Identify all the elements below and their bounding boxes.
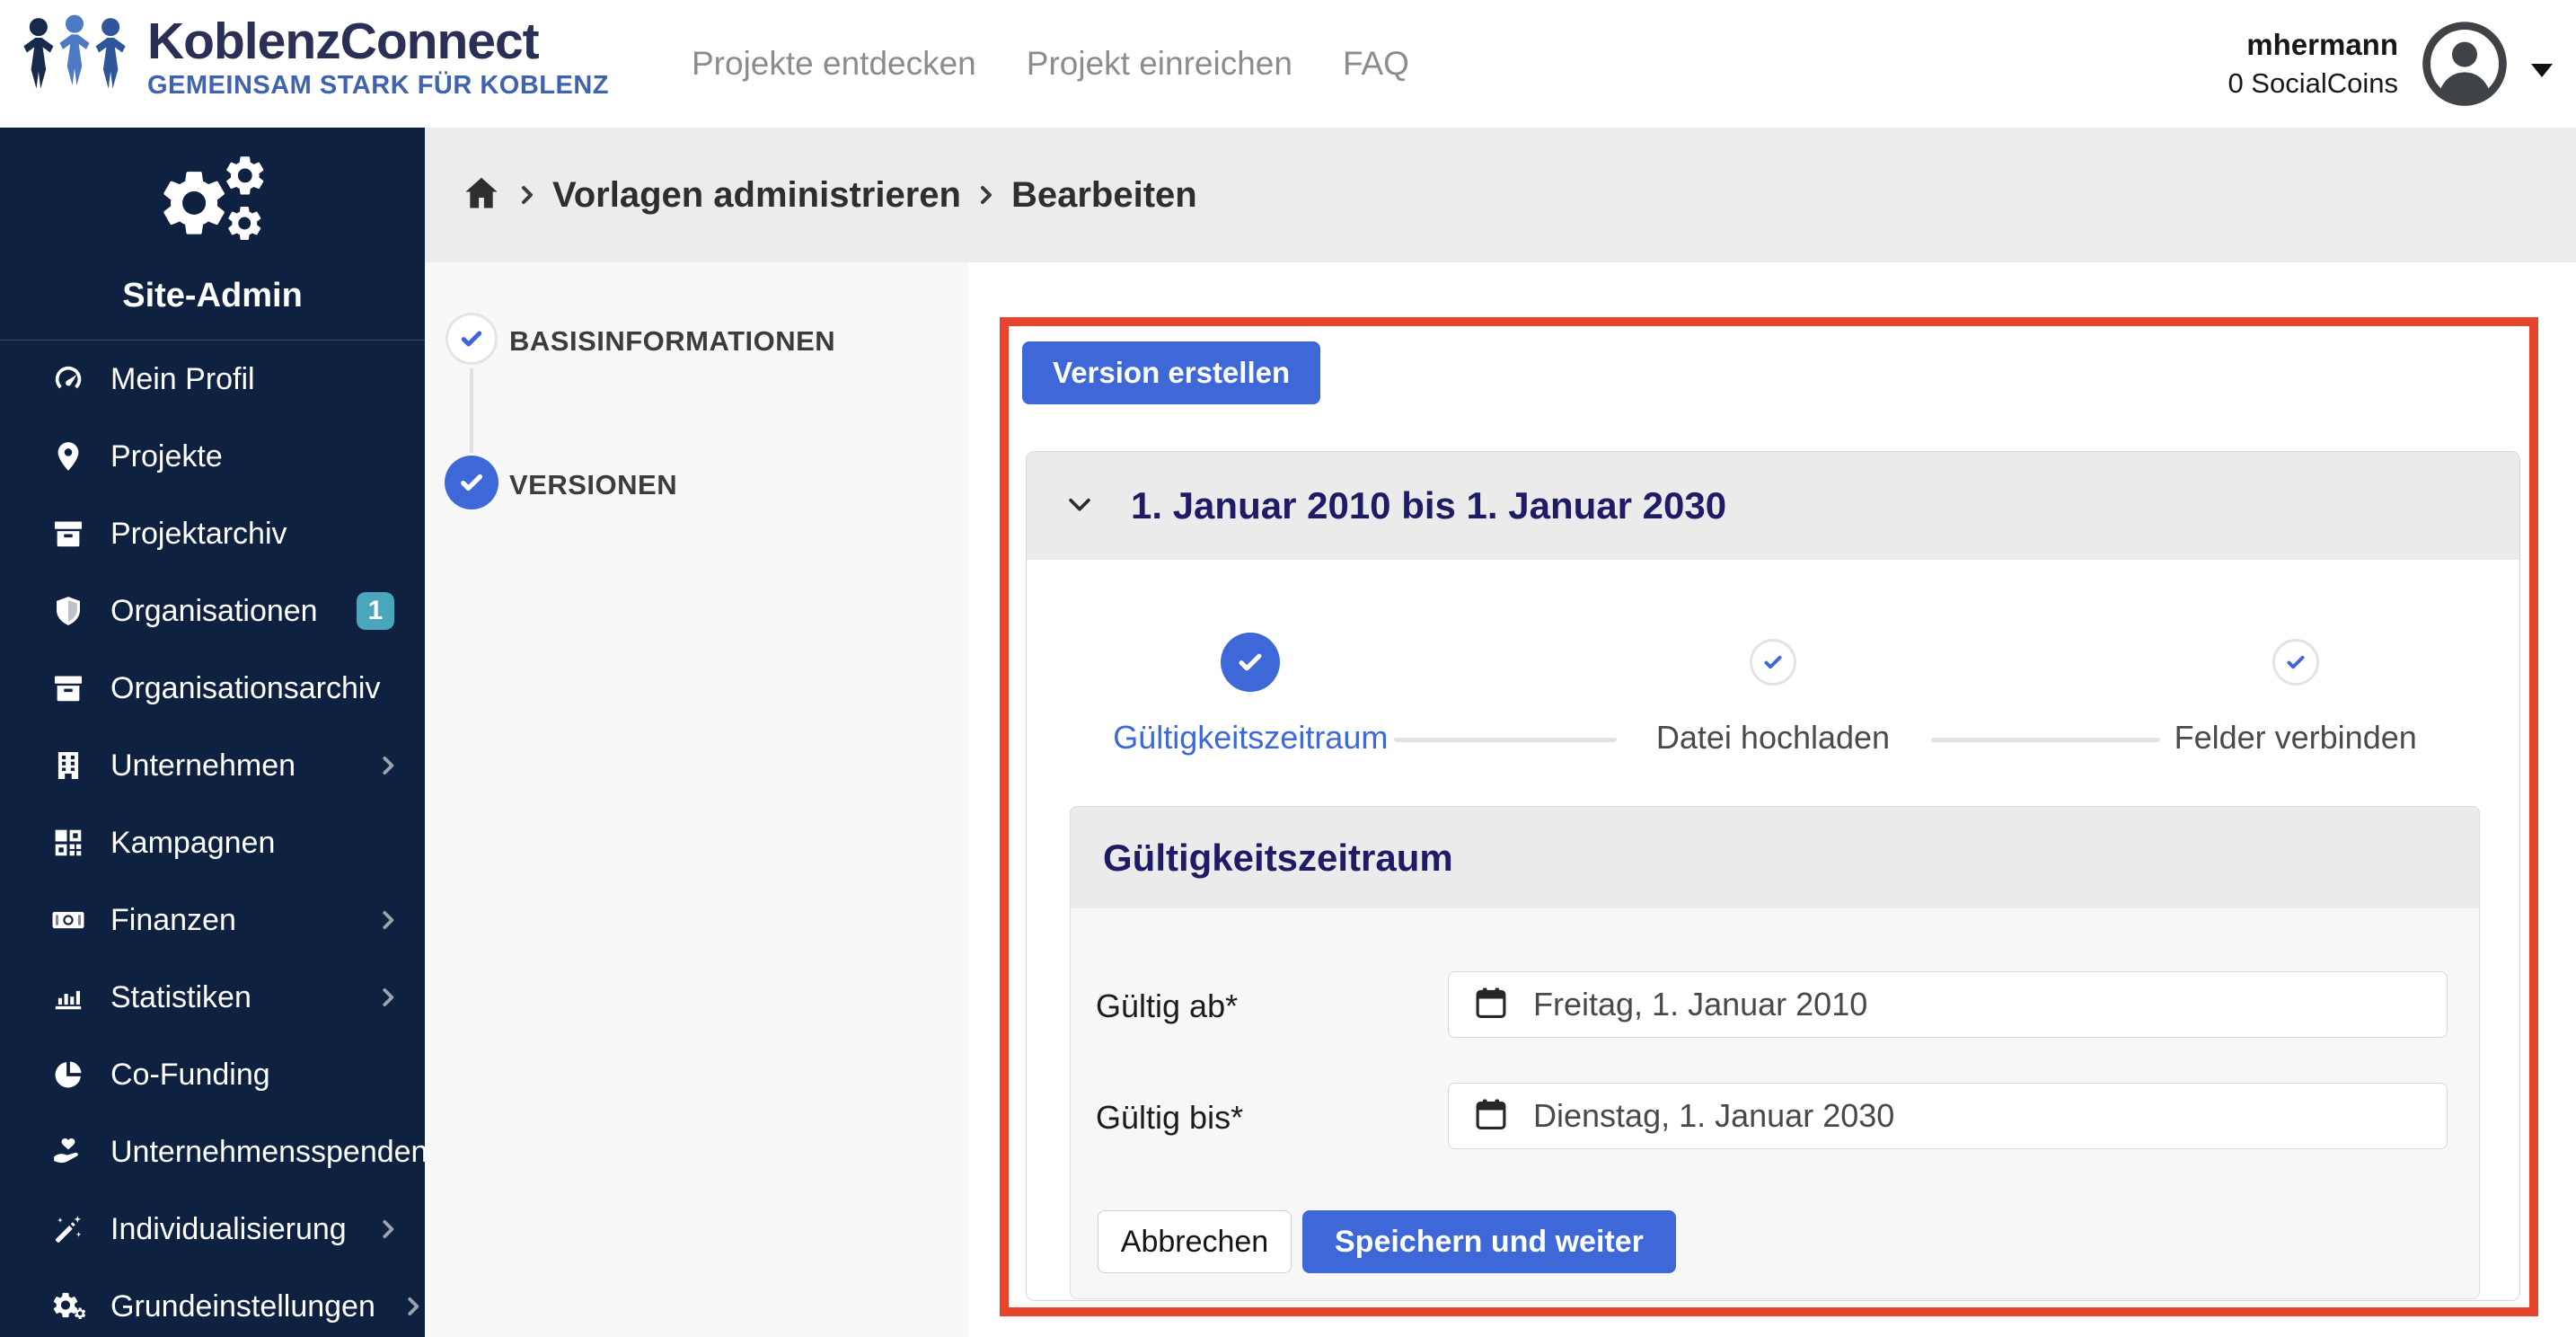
- gauge-icon: [50, 361, 86, 397]
- sidebar-item-co-funding[interactable]: Co-Funding: [0, 1036, 425, 1113]
- main-content: Version erstellen 1. Januar 2010 bis 1. …: [968, 262, 2576, 1337]
- step-check-icon: [1750, 639, 1796, 686]
- sidebar: Site-Admin Mein Profil Proj: [0, 128, 425, 1337]
- banknote-icon: [50, 902, 86, 938]
- sidebar-item-unternehmen[interactable]: Unternehmen: [0, 727, 425, 804]
- wizard-step-basisinformationen-label[interactable]: BASISINFORMATIONEN: [509, 325, 835, 358]
- gueltig-ab-value: Freitag, 1. Januar 2010: [1533, 986, 1867, 1023]
- nav-projekte-entdecken[interactable]: Projekte entdecken: [692, 45, 976, 83]
- sidebar-item-mein-profil[interactable]: Mein Profil: [0, 341, 425, 418]
- chevron-right-icon: [375, 907, 401, 934]
- calendar-icon: [1472, 1095, 1510, 1138]
- avatar[interactable]: [2422, 21, 2508, 107]
- step-check-icon: [1221, 633, 1280, 692]
- sidebar-item-kampagnen[interactable]: Kampagnen: [0, 804, 425, 881]
- brand-subtitle: GEMEINSAM STARK FÜR KOBLENZ: [147, 71, 609, 101]
- chevron-right-icon: [400, 1293, 427, 1320]
- breadcrumb-separator-icon: [516, 184, 538, 206]
- page: KoblenzConnect GEMEINSAM STARK FÜR KOBLE…: [0, 0, 2576, 1337]
- pie-chart-icon: [50, 1057, 86, 1093]
- gueltig-bis-input[interactable]: Dienstag, 1. Januar 2030: [1448, 1083, 2448, 1149]
- wizard-connector: [470, 368, 473, 453]
- gueltig-ab-label: Gültig ab*: [1096, 987, 1238, 1025]
- archive-icon: [50, 516, 86, 552]
- brand-logo[interactable]: KoblenzConnect GEMEINSAM STARK FÜR KOBLE…: [22, 13, 609, 103]
- site-admin-gears-icon: [154, 152, 271, 262]
- wizard-column: BASISINFORMATIONEN VERSIONEN: [425, 262, 968, 1337]
- calendar-icon: [1472, 984, 1510, 1026]
- breadcrumb-separator-icon: [975, 184, 997, 206]
- sidebar-item-projektarchiv[interactable]: Projektarchiv: [0, 495, 425, 572]
- gueltig-ab-input[interactable]: Freitag, 1. Januar 2010: [1448, 971, 2448, 1038]
- sidebar-item-finanzen[interactable]: Finanzen: [0, 881, 425, 959]
- breadcrumb-bearbeiten: Bearbeiten: [1011, 175, 1197, 216]
- wizard-step-versionen-circle[interactable]: [445, 456, 498, 509]
- top-header: KoblenzConnect GEMEINSAM STARK FÜR KOBLE…: [0, 0, 2576, 128]
- wizard-step-basisinformationen-circle[interactable]: [446, 313, 498, 365]
- accordion-title: 1. Januar 2010 bis 1. Januar 2030: [1131, 484, 1726, 527]
- nav-projekt-einreichen[interactable]: Projekt einreichen: [1027, 45, 1292, 83]
- breadcrumb: Vorlagen administrieren Bearbeiten: [425, 128, 2576, 262]
- sidebar-title: Site-Admin: [122, 277, 303, 315]
- sidebar-item-organisationen[interactable]: Organisationen 1: [0, 572, 425, 650]
- step-connector: [1394, 738, 1617, 742]
- magic-wand-icon: [50, 1211, 86, 1247]
- accordion-body: Gültigkeitszeitraum Datei hochladen: [1027, 560, 2519, 1300]
- chevron-down-icon: [1064, 489, 1095, 524]
- breadcrumb-vorlagen-administrieren[interactable]: Vorlagen administrieren: [552, 175, 961, 216]
- chevron-right-icon: [375, 752, 401, 779]
- brand-title: KoblenzConnect: [147, 15, 609, 69]
- top-nav: Projekte entdecken Projekt einreichen FA…: [692, 0, 1409, 128]
- step-connector: [1931, 738, 2160, 742]
- chevron-down-icon: [2531, 64, 2553, 77]
- shield-icon: [50, 593, 86, 629]
- home-icon[interactable]: [461, 173, 502, 218]
- user-area[interactable]: mhermann 0 SocialCoins: [2228, 0, 2553, 128]
- version-accordion: 1. Januar 2010 bis 1. Januar 2030 Gültig…: [1026, 451, 2520, 1301]
- step-check-icon: [2272, 639, 2319, 686]
- card-header: Gültigkeitszeitraum: [1070, 806, 2480, 908]
- sidebar-item-organisationsarchiv[interactable]: Organisationsarchiv: [0, 650, 425, 727]
- gueltig-bis-label: Gültig bis*: [1096, 1099, 1243, 1137]
- sidebar-header: Site-Admin: [0, 128, 425, 340]
- building-icon: [50, 748, 86, 784]
- nav-faq[interactable]: FAQ: [1343, 45, 1409, 83]
- sidebar-item-statistiken[interactable]: Statistiken: [0, 959, 425, 1036]
- accordion-header[interactable]: 1. Januar 2010 bis 1. Januar 2030: [1027, 452, 2519, 560]
- sidebar-item-projekte[interactable]: Projekte: [0, 418, 425, 495]
- chevron-right-icon: [375, 984, 401, 1011]
- wizard-step-versionen-label[interactable]: VERSIONEN: [509, 469, 677, 501]
- people-logo-icon: [22, 13, 128, 103]
- card-body: Gültig ab* Freitag, 1. Januar 201: [1070, 908, 2480, 1299]
- archive-icon: [50, 670, 86, 706]
- gears-icon: [50, 1288, 86, 1324]
- map-pin-icon: [50, 438, 86, 474]
- qr-code-icon: [50, 825, 86, 861]
- speichern-und-weiter-button[interactable]: Speichern und weiter: [1302, 1210, 1676, 1273]
- gueltigkeitszeitraum-card: Gültigkeitszeitraum Gültig ab*: [1070, 806, 2480, 1299]
- chevron-right-icon: [375, 1216, 401, 1243]
- card-title: Gültigkeitszeitraum: [1103, 837, 1453, 880]
- bar-chart-icon: [50, 979, 86, 1015]
- gueltig-bis-value: Dienstag, 1. Januar 2030: [1533, 1097, 1894, 1135]
- abbrechen-button[interactable]: Abbrechen: [1098, 1210, 1292, 1273]
- user-socialcoins: 0 SocialCoins: [2228, 67, 2398, 100]
- status-badge: 1: [357, 592, 395, 630]
- sidebar-item-individualisierung[interactable]: Individualisierung: [0, 1191, 425, 1268]
- user-name: mhermann: [2228, 28, 2398, 62]
- version-erstellen-button[interactable]: Version erstellen: [1022, 341, 1320, 404]
- sidebar-item-unternehmensspenden[interactable]: Unternehmensspenden: [0, 1113, 425, 1191]
- hand-heart-icon: [50, 1134, 86, 1170]
- sidebar-item-grundeinstellungen[interactable]: Grundeinstellungen: [0, 1268, 425, 1337]
- sidebar-nav: Mein Profil Projekte P: [0, 341, 425, 1337]
